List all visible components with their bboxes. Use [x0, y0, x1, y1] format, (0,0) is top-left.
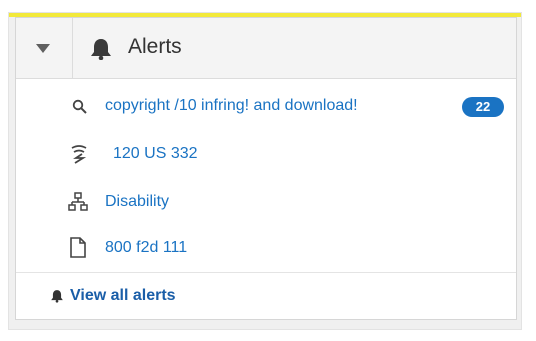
bell-icon: [91, 39, 111, 60]
alert-item-copyright[interactable]: copyright /10 infring! and download! 22: [16, 86, 516, 126]
alerts-card: Alerts copyright /10 infring! and downlo…: [15, 17, 517, 320]
alert-item-disability[interactable]: Disability: [16, 182, 516, 222]
view-all-alerts-label: View all alerts: [70, 287, 176, 304]
search-icon: [72, 99, 87, 114]
alerts-header: Alerts: [16, 18, 516, 79]
alert-item-label: Disability: [105, 193, 170, 210]
alert-item-label: 120 US 332: [113, 145, 198, 162]
alert-item-label: 800 f2d 111: [105, 239, 188, 256]
panel-title: Alerts: [128, 35, 182, 58]
view-all-alerts-link[interactable]: View all alerts: [16, 272, 516, 321]
alert-item-120-us-332[interactable]: 120 US 332: [16, 134, 516, 174]
alerts-panel: Alerts copyright /10 infring! and downlo…: [8, 12, 522, 330]
triangle-down-icon: [36, 44, 50, 53]
signal-icon: [71, 145, 87, 164]
bell-icon: [51, 290, 63, 303]
hierarchy-icon: [68, 192, 88, 211]
alert-item-800-f2d-111[interactable]: 800 f2d 111: [16, 228, 516, 268]
collapse-toggle[interactable]: [16, 18, 73, 78]
alert-item-label: copyright /10 infring! and download!: [105, 97, 358, 114]
document-icon: [70, 237, 86, 258]
count-badge: 22: [462, 97, 504, 117]
